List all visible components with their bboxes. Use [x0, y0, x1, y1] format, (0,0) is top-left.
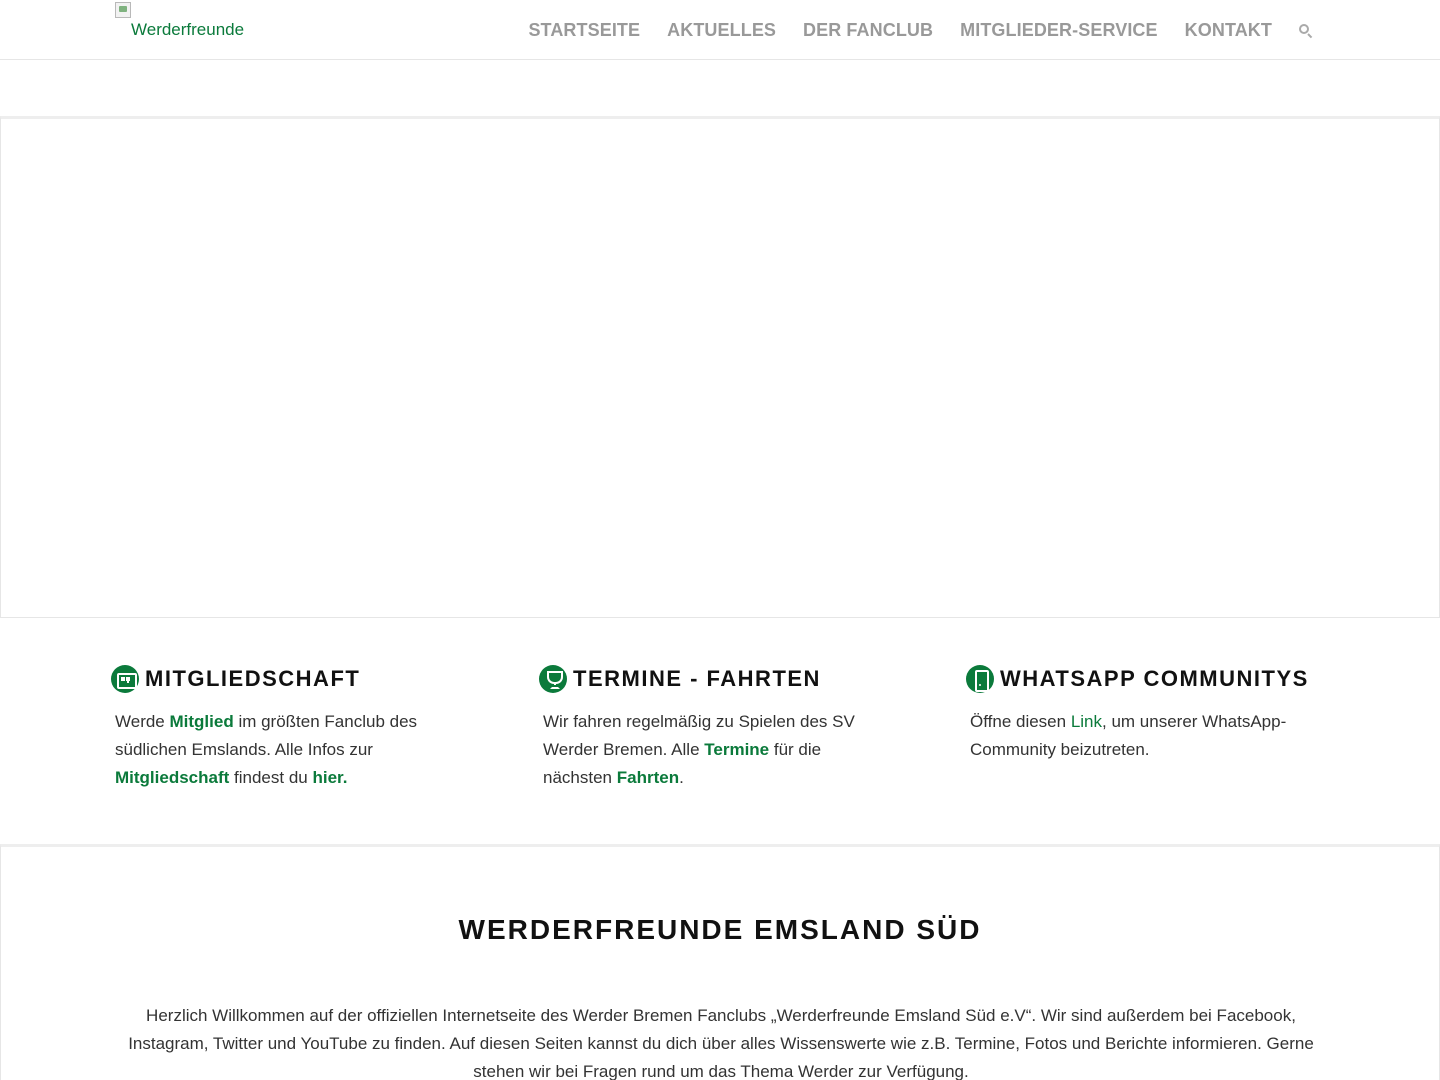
text-fragment: findest du: [229, 768, 313, 787]
link-fahrten[interactable]: Fahrten: [617, 768, 679, 787]
member-card-icon: [111, 665, 139, 693]
hero-slider: [0, 116, 1440, 618]
nav-item-aktuelles[interactable]: AKTUELLES: [667, 20, 776, 41]
feature-section: MITGLIEDSCHAFT Werde Mitglied im größten…: [0, 618, 1440, 844]
welcome-text: Herzlich Willkommen auf der offiziellen …: [128, 1006, 1314, 1080]
feature-text: Öffne diesen Link, um unserer WhatsApp-C…: [970, 708, 1315, 764]
feature-heading: WHATSAPP COMMUNITYS: [966, 664, 1309, 694]
main-navigation: STARTSEITE AKTUELLES DER FANCLUB MITGLIE…: [501, 0, 1315, 60]
nav-item-startseite[interactable]: STARTSEITE: [528, 20, 640, 41]
feature-title: TERMINE - FAHRTEN: [573, 666, 821, 691]
link-mitglied[interactable]: Mitglied: [170, 712, 234, 731]
welcome-title: WERDERFREUNDE EMSLAND SÜD: [458, 914, 982, 945]
nav-item-mitglieder-service[interactable]: MITGLIEDER-SERVICE: [960, 20, 1158, 41]
feature-heading: TERMINE - FAHRTEN: [539, 664, 821, 694]
feature-title: MITGLIEDSCHAFT: [145, 666, 361, 691]
link-termine[interactable]: Termine: [704, 740, 769, 759]
feature-heading: MITGLIEDSCHAFT: [111, 664, 361, 694]
trophy-icon: [539, 665, 567, 693]
phone-icon: [966, 665, 994, 693]
feature-text: Werde Mitglied im größten Fanclub des sü…: [115, 708, 460, 792]
site-header: Werderfreunde STARTSEITE AKTUELLES DER F…: [0, 0, 1440, 60]
feature-title: WHATSAPP COMMUNITYS: [1000, 666, 1309, 691]
search-icon[interactable]: [1297, 21, 1315, 39]
text-fragment: .: [679, 768, 684, 787]
link-hier[interactable]: hier.: [312, 768, 347, 787]
nav-item-kontakt[interactable]: KONTAKT: [1185, 20, 1272, 41]
link-mitgliedschaft[interactable]: Mitgliedschaft: [115, 768, 229, 787]
broken-image-icon: [115, 2, 131, 18]
nav-item-der-fanclub[interactable]: DER FANCLUB: [803, 20, 933, 41]
text-fragment: Öffne diesen: [970, 712, 1071, 731]
feature-text: Wir fahren regelmäßig zu Spielen des SV …: [543, 708, 888, 792]
welcome-section: WERDERFREUNDE EMSLAND SÜD Herzlich Willk…: [0, 844, 1440, 1080]
link-whatsapp[interactable]: Link: [1071, 712, 1102, 731]
text-fragment: Werde: [115, 712, 170, 731]
logo-alt-text: Werderfreunde: [131, 20, 245, 39]
site-logo[interactable]: Werderfreunde: [115, 2, 265, 58]
